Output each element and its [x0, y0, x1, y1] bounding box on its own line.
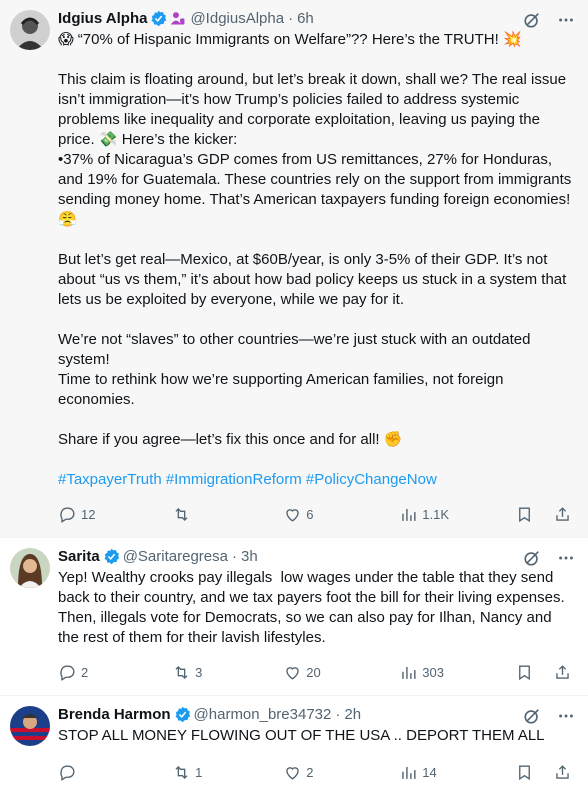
like-icon: [286, 766, 299, 780]
reply-button[interactable]: [58, 763, 172, 782]
avatar[interactable]: [10, 548, 50, 588]
views-count: 14: [422, 764, 437, 780]
grok-icon[interactable]: [522, 706, 542, 726]
more-icon[interactable]: [556, 10, 576, 30]
tweet-text: 😱 “70% of Hispanic Immigrants on Welfare…: [58, 31, 572, 448]
retweet-icon: [175, 507, 188, 521]
like-button[interactable]: 2: [283, 763, 399, 782]
more-icon[interactable]: [556, 548, 576, 568]
separator-dot: ·: [288, 9, 294, 27]
tweet[interactable]: Sarita @Saritaregresa · 3h Yep! Wealthy …: [0, 538, 588, 696]
views-button[interactable]: 1.1K: [399, 505, 515, 524]
like-count: 6: [306, 506, 314, 522]
more-icon[interactable]: [556, 706, 576, 726]
author-handle[interactable]: @Saritaregresa: [123, 548, 228, 565]
reply-icon: [60, 764, 75, 781]
author-name[interactable]: Brenda Harmon: [58, 706, 171, 723]
share-icon[interactable]: [553, 762, 572, 782]
views-icon: [402, 508, 416, 521]
bookmark-icon[interactable]: [515, 504, 534, 524]
timestamp[interactable]: 3h: [241, 548, 258, 565]
timestamp[interactable]: 6h: [297, 10, 314, 27]
author-name[interactable]: Sarita: [58, 548, 100, 565]
hashtags-link[interactable]: #TaxpayerTruth #ImmigrationReform #Polic…: [58, 471, 437, 488]
like-button[interactable]: 6: [283, 505, 399, 524]
retweet-button[interactable]: [172, 505, 283, 524]
avatar[interactable]: [10, 706, 50, 746]
like-count: 2: [306, 764, 314, 780]
share-icon[interactable]: [553, 662, 572, 682]
separator-dot: ·: [231, 547, 237, 565]
like-count: 20: [306, 664, 321, 680]
avatar[interactable]: [10, 10, 50, 50]
views-count: 303: [422, 664, 444, 680]
retweet-button[interactable]: 3: [172, 663, 283, 682]
views-button[interactable]: 303: [399, 663, 515, 682]
like-button[interactable]: 20: [283, 663, 399, 682]
share-icon[interactable]: [553, 504, 572, 524]
tweet-text: STOP ALL MONEY FLOWING OUT OF THE USA ..…: [58, 727, 545, 744]
tweet[interactable]: Brenda Harmon @harmon_bre34732 · 2h STOP…: [0, 696, 588, 803]
tweet[interactable]: Idgius Alpha @IdgiusAlpha · 6h 😱 “70% of…: [0, 0, 588, 538]
verified-badge-icon: [174, 706, 191, 723]
views-button[interactable]: 14: [399, 763, 515, 782]
separator-dot: ·: [335, 705, 341, 723]
retweet-count: 3: [195, 664, 203, 680]
like-icon: [286, 666, 299, 680]
views-count: 1.1K: [422, 506, 450, 522]
reply-button[interactable]: 2: [58, 663, 172, 682]
reply-icon: [60, 664, 75, 681]
author-handle[interactable]: @IdgiusAlpha: [190, 10, 284, 27]
verified-badge-icon: [103, 548, 120, 565]
retweet-icon: [175, 665, 188, 679]
retweet-count: 1: [195, 764, 203, 780]
reply-count: 12: [81, 506, 96, 522]
like-icon: [286, 508, 299, 522]
views-icon: [402, 666, 416, 679]
reply-icon: [60, 506, 75, 523]
author-name[interactable]: Idgius Alpha: [58, 10, 147, 27]
bookmark-icon[interactable]: [515, 762, 534, 782]
retweet-icon: [175, 765, 188, 779]
bookmark-icon[interactable]: [515, 662, 534, 682]
timestamp[interactable]: 2h: [344, 706, 361, 723]
tweet-text: Yep! Wealthy crooks pay illegals low wag…: [58, 569, 569, 646]
views-icon: [402, 766, 416, 779]
grok-icon[interactable]: [522, 10, 542, 30]
retweet-button[interactable]: 1: [172, 763, 283, 782]
reply-button[interactable]: 12: [58, 505, 172, 524]
purple-badge-icon: [170, 10, 187, 27]
verified-badge-icon: [150, 10, 167, 27]
grok-icon[interactable]: [522, 548, 542, 568]
reply-count: 2: [81, 664, 89, 680]
author-handle[interactable]: @harmon_bre34732: [194, 706, 332, 723]
